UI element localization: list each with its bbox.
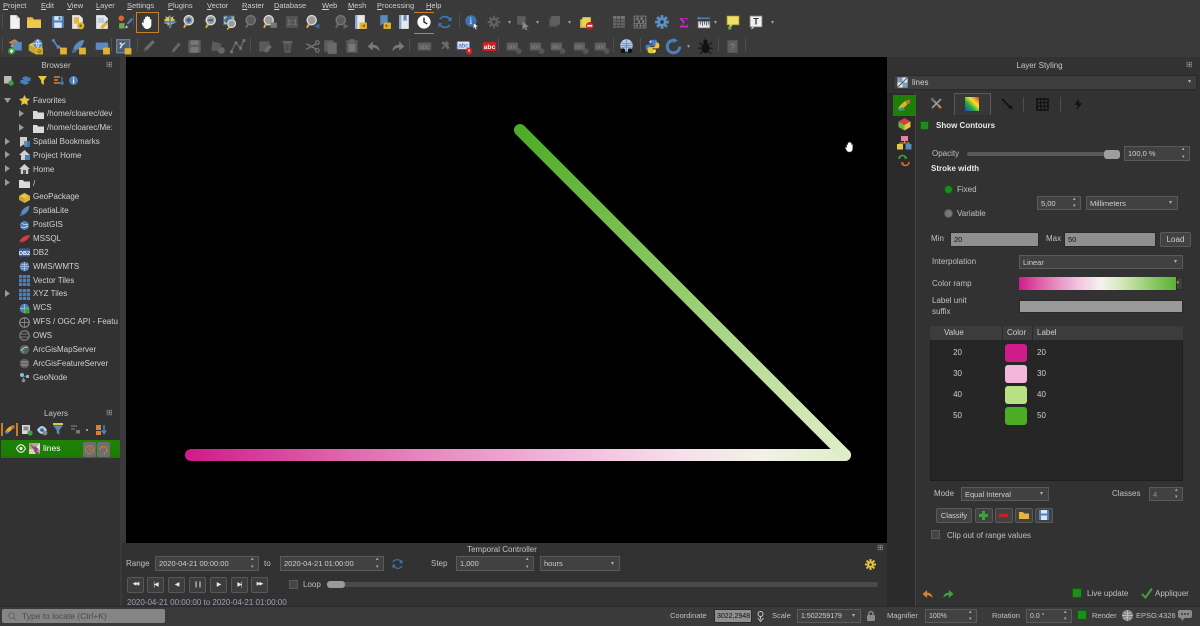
svg-text:abc: abc <box>484 44 496 51</box>
svg-text:Σ: Σ <box>679 15 689 30</box>
svg-text:abc: abc <box>531 44 540 50</box>
svg-text:abc: abc <box>419 43 429 50</box>
svg-text:abc: abc <box>575 44 584 50</box>
svg-text:abc: abc <box>596 44 605 50</box>
svg-text:abc: abc <box>508 44 517 50</box>
svg-text:1:1: 1:1 <box>287 17 297 26</box>
svg-text:?: ? <box>730 41 735 51</box>
svg-text:⚙: ⚙ <box>37 48 43 55</box>
svg-text:T: T <box>753 16 759 26</box>
svg-text:DB2: DB2 <box>19 251 30 257</box>
svg-text:abc: abc <box>552 44 561 50</box>
